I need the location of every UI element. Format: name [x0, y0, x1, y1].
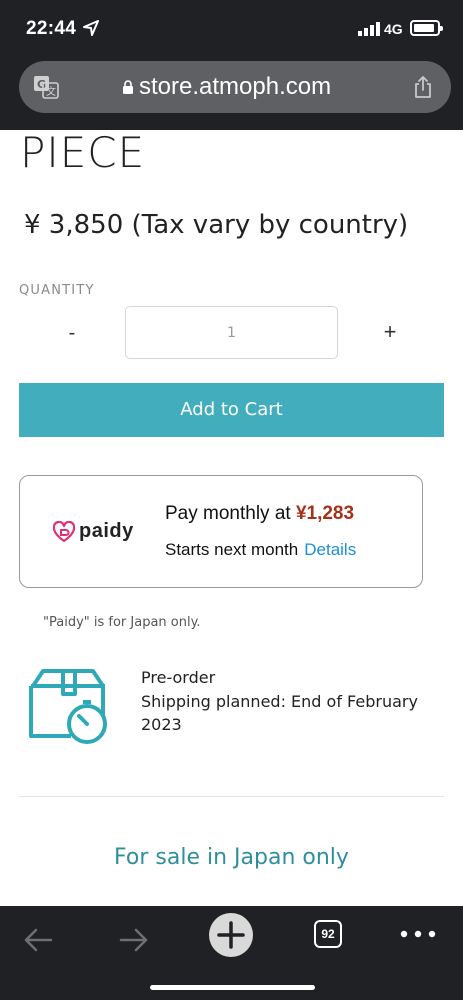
tabs-button[interactable]: 92	[314, 920, 342, 948]
starts-text: Starts next month	[165, 540, 299, 559]
location-arrow-icon	[83, 20, 99, 36]
svg-text:G: G	[37, 78, 46, 91]
shipping-year: 2023	[141, 715, 182, 734]
forward-arrow-icon[interactable]	[118, 924, 150, 956]
divider	[19, 796, 444, 797]
package-timer-icon	[29, 669, 107, 744]
browser-top-bar: 22:44 4G G 文 store.atmoph.com	[0, 0, 463, 130]
more-dots-icon[interactable]	[398, 924, 438, 944]
preorder-label: Pre-order	[141, 668, 216, 687]
for-sale-note: For sale in Japan only	[114, 845, 349, 870]
url-text[interactable]: store.atmoph.com	[139, 73, 331, 101]
share-icon[interactable]	[412, 75, 434, 99]
quantity-label: QUANTITY	[19, 283, 95, 298]
quantity-increase-button[interactable]: +	[370, 314, 410, 350]
svg-text:文: 文	[46, 85, 56, 98]
quantity-decrease-button[interactable]: -	[52, 316, 92, 350]
add-to-cart-button[interactable]: Add to Cart	[19, 383, 444, 437]
product-price: ¥ 3,850 (Tax vary by country)	[24, 210, 409, 240]
paidy-installment-box: paidy Pay monthly at ¥1,283 Starts next …	[19, 475, 423, 588]
paidy-logo: paidy	[53, 519, 133, 547]
signal-icon	[358, 22, 380, 36]
back-arrow-icon[interactable]	[22, 924, 54, 956]
paidy-logo-text: paidy	[79, 520, 134, 542]
network-type: 4G	[384, 21, 403, 37]
pay-monthly-text: Pay monthly at ¥1,283	[165, 503, 354, 525]
new-tab-plus-icon	[217, 921, 245, 949]
quantity-input[interactable]	[125, 306, 338, 359]
shipping-planned-text: Shipping planned: End of February	[141, 691, 418, 711]
shipping-info: Pre-order Shipping planned: End of Febru…	[141, 666, 418, 737]
new-tab-button[interactable]	[209, 913, 253, 957]
paidy-logo-icon	[53, 521, 75, 543]
lock-icon	[123, 80, 133, 94]
address-bar[interactable]: G 文 store.atmoph.com	[19, 61, 451, 113]
paidy-japan-note: "Paidy" is for Japan only.	[43, 615, 201, 630]
battery-icon	[410, 20, 443, 36]
status-bar: 22:44 4G	[0, 0, 463, 58]
home-indicator[interactable]	[150, 985, 315, 990]
status-time: 22:44	[26, 18, 77, 39]
pay-monthly-prefix: Pay monthly at	[165, 503, 296, 524]
details-link[interactable]: Details	[304, 540, 356, 559]
pay-monthly-amount: ¥1,283	[295, 503, 355, 524]
product-title: PIECE	[20, 128, 146, 177]
translate-icon[interactable]: G 文	[33, 75, 59, 99]
starts-next-month-text: Starts next month Details	[165, 540, 356, 560]
